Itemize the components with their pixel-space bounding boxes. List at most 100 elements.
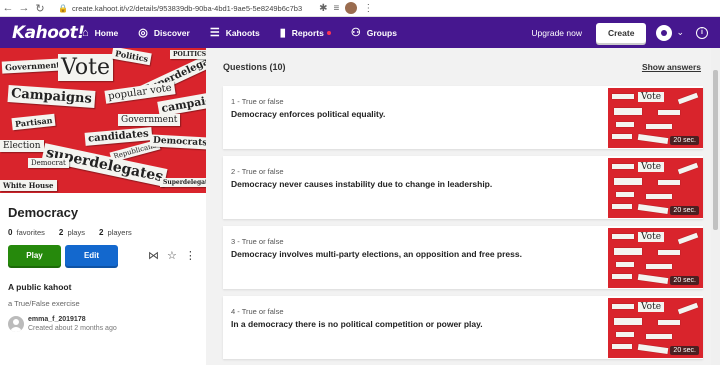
time-limit-badge: 20 sec. [670,206,699,215]
browser-toolbar: ← → ↻ 🔒 create.kahoot.it/v2/details/9538… [0,0,720,17]
nav-groups[interactable]: ⚇ Groups [351,26,397,39]
thumb-vote-word: Vote [638,162,665,172]
info-icon[interactable]: i [696,26,708,39]
question-card[interactable]: 2 - True or false Democracy never causes… [223,156,703,219]
question-card[interactable]: 4 - True or false In a democracy there i… [223,296,703,359]
creator-name[interactable]: emma_f_2019178 [28,316,117,323]
clipping: Vote [58,54,113,81]
thumb-vote-word: Vote [638,232,665,242]
question-thumbnail: Vote 20 sec. [608,228,703,288]
upgrade-link[interactable]: Upgrade now [531,28,582,38]
plays-label: plays [67,228,85,237]
question-type: 2 - True or false [231,167,284,176]
questions-count: Questions (10) [223,62,286,72]
extensions-icon[interactable]: ✱ [319,3,327,14]
thumb-vote-word: Vote [638,302,665,312]
nav-reports-label: Reports [291,27,324,38]
creator-avatar[interactable] [8,316,24,332]
time-limit-badge: 20 sec. [670,136,699,145]
favorites-count: 0 [8,228,13,237]
nav-reports[interactable]: ▮ Reports [280,26,331,39]
nav-kahoots[interactable]: ☰ Kahoots [210,26,260,39]
kahoot-actions: Play Edit ⋈ ☆ ⋮ [8,245,206,266]
question-thumbnail: Vote 20 sec. [608,158,703,218]
clipping: Superdelegates [160,178,206,187]
edit-button[interactable]: Edit [65,245,118,266]
kahoot-details-panel: Government Vote Politics Superdelegates … [0,48,206,365]
question-text: In a democracy there is no political com… [231,319,483,329]
thumb-vote-word: Vote [638,92,665,102]
user-avatar-icon[interactable] [656,24,673,41]
favorites-stat: 0 favorites [8,228,45,237]
page-scrollbar[interactable] [711,48,720,365]
show-answers-button[interactable]: Show answers [642,62,701,72]
players-count: 2 [98,228,104,237]
scrollbar-thumb[interactable] [713,70,718,230]
kahoot-logo[interactable]: Kahoot! [12,23,85,43]
clipping: Politics [111,48,153,66]
visibility-label: A public kahoot [8,282,72,292]
home-icon: ⌂ [82,26,89,39]
question-thumbnail: Vote 20 sec. [608,298,703,358]
plays-count: 2 [58,228,64,237]
nav-kahoots-label: Kahoots [225,27,260,38]
kahoot-description: a True/False exercise [8,299,80,308]
creator-info: emma_f_2019178 Created about 2 months ag… [8,316,206,332]
address-bar[interactable]: 🔒 create.kahoot.it/v2/details/953839db-9… [58,4,302,13]
nav-home-label: Home [94,27,119,38]
question-text: Democracy involves multi-party elections… [231,249,522,259]
created-time: Created about 2 months ago [28,325,117,332]
star-icon[interactable]: ☆ [167,249,177,262]
question-type: 3 - True or false [231,237,284,246]
nav-groups-label: Groups [366,27,397,38]
question-type: 1 - True or false [231,97,284,106]
nav-home[interactable]: ⌂ Home [82,27,118,39]
list-icon: ☰ [209,27,220,39]
browser-profile-avatar[interactable] [345,2,358,14]
plays-stat: 2 plays [59,228,85,237]
clipping: Democrat [28,158,69,168]
url-text: create.kahoot.it/v2/details/953839db-90b… [71,3,303,13]
play-button[interactable]: Play [8,245,61,266]
time-limit-badge: 20 sec. [670,276,699,285]
clipping: POLITICS [170,50,206,59]
cover-image: Government Vote Politics Superdelegates … [0,48,206,193]
time-limit-badge: 20 sec. [670,346,699,355]
clipping: Election [0,140,44,152]
kahoot-stats: 0 favorites 2 plays 2 players [8,228,206,237]
nav-discover[interactable]: ◎ Discover [138,26,190,39]
notification-dot [326,30,331,35]
question-thumbnail: Vote 20 sec. [608,88,703,148]
players-label: players [107,228,132,237]
groups-icon: ⚇ [350,27,361,39]
kahoot-title: Democracy [8,205,79,220]
clipping: Partisan [11,113,56,131]
clipping: Government [118,114,181,126]
question-type: 4 - True or false [231,307,284,316]
chevron-down-icon[interactable]: ⌄ [676,27,684,38]
browser-menu-icon[interactable]: ⋮ [363,3,373,14]
forward-icon[interactable]: → [16,0,32,17]
back-icon[interactable]: ← [0,0,16,17]
top-navigation: Kahoot! ⌂ Home ◎ Discover ☰ Kahoots ▮ Re… [0,17,720,48]
question-card[interactable]: 3 - True or false Democracy involves mul… [223,226,703,289]
question-card[interactable]: 1 - True or false Democracy enforces pol… [223,86,703,149]
create-button[interactable]: Create [595,22,647,43]
players-stat: 2 players [99,228,132,237]
more-options-icon[interactable]: ⋮ [185,249,196,262]
lock-icon: 🔒 [58,3,68,13]
clipping: White House [0,180,57,191]
reading-list-icon[interactable]: ≡ [334,3,340,14]
favorites-label: favorites [16,228,45,237]
questions-header: Questions (10) Show answers [223,48,720,86]
reload-icon[interactable]: ↻ [32,0,48,17]
compass-icon: ◎ [138,27,148,39]
nav-discover-label: Discover [153,27,190,38]
bar-chart-icon: ▮ [279,27,286,39]
question-text: Democracy never causes instability due t… [231,179,493,189]
share-icon[interactable]: ⋈ [148,249,159,262]
clipping: Government [1,58,64,74]
clipping: Campaigns [7,84,96,109]
questions-panel: Questions (10) Show answers 1 - True or … [206,48,720,365]
question-text: Democracy enforces political equality. [231,109,386,119]
